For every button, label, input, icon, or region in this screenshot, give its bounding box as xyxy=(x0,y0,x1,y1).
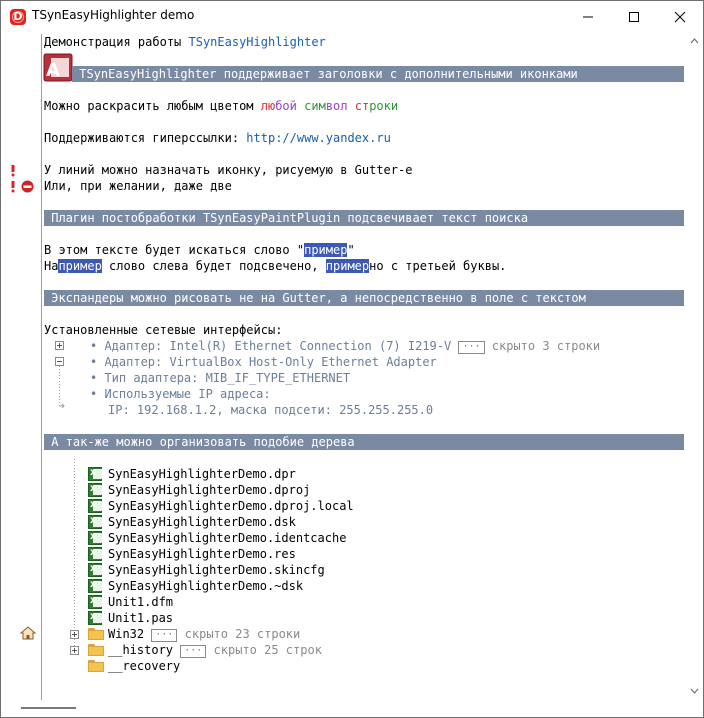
collapsed-badge[interactable]: ··· xyxy=(458,341,485,354)
file-icon xyxy=(88,467,102,481)
app-icon[interactable]: D xyxy=(10,9,26,25)
tree-folder-history[interactable]: __history ··· скрыто 25 строк xyxy=(108,642,322,658)
minimize-icon xyxy=(583,16,593,18)
maximize-button[interactable] xyxy=(611,1,657,33)
no-entry-icon xyxy=(21,180,34,193)
expand-toggle[interactable] xyxy=(70,630,79,639)
exclamation-icon xyxy=(11,165,15,177)
tree-file-item[interactable]: Unit1.dfm xyxy=(108,594,173,610)
yandex-link[interactable]: http://www.yandex.ru xyxy=(246,131,391,145)
highlighter-name: TSynEasyHighlighter xyxy=(188,35,326,49)
tree-file-item[interactable]: Unit1.pas xyxy=(108,610,173,626)
tree-file-item[interactable]: SynEasyHighlighterDemo.dproj xyxy=(108,482,310,498)
tree-file-item[interactable]: SynEasyHighlighterDemo.identcache xyxy=(108,530,346,546)
editor-line-colors: Можно раскрасить любым цветом любой симв… xyxy=(44,99,399,113)
file-icon xyxy=(88,595,102,609)
scroll-up-icon[interactable] xyxy=(690,38,699,44)
maximize-icon xyxy=(629,12,639,22)
file-icon xyxy=(88,579,102,593)
editor-line-links: Поддерживаются гиперссылки: http://www.y… xyxy=(44,131,391,145)
tree-file-item[interactable]: SynEasyHighlighterDemo.dproj.local xyxy=(108,498,354,514)
vertical-scrollbar[interactable] xyxy=(686,34,703,700)
section-header-1: TSynEasyHighlighter поддерживает заголов… xyxy=(72,66,684,82)
folder-icon xyxy=(88,644,104,656)
file-icon xyxy=(88,563,102,577)
tree-folder-win32[interactable]: Win32 ··· скрыто 23 строки xyxy=(108,626,300,642)
file-icon xyxy=(88,515,102,529)
editor-line-intro: Демонстрация работы TSynEasyHighlighter xyxy=(44,34,326,50)
tree-folder-recovery[interactable]: __recovery xyxy=(108,658,180,674)
section-header-4: А так-же можно организовать подобие дере… xyxy=(44,434,684,450)
editor-line-gutter-1: У линий можно назначать иконку, рисуемую… xyxy=(44,163,413,177)
window-title: TSynEasyHighlighter demo xyxy=(32,8,195,22)
expander-guide-lines xyxy=(59,366,65,409)
tree-file-item[interactable]: SynEasyHighlighterDemo.~dsk xyxy=(108,578,303,594)
editor-line-search-2: Например слово слева будет подсвечено, п… xyxy=(44,259,507,273)
title-bar[interactable]: D TSynEasyHighlighter demo xyxy=(1,1,703,33)
editor-area[interactable]: Демонстрация работы TSynEasyHighlighter … xyxy=(42,34,686,700)
tree-file-item[interactable]: SynEasyHighlighterDemo.dsk xyxy=(108,514,296,530)
tree-file-item[interactable]: SynEasyHighlighterDemo.skincfg xyxy=(108,562,325,578)
close-button[interactable] xyxy=(657,1,703,33)
file-icon xyxy=(88,531,102,545)
app-window: D TSynEasyHighlighter demo Демонстрация xyxy=(0,0,704,718)
adapter-ip-value-line: IP: 192.168.1.2, маска подсети: 255.255.… xyxy=(108,403,434,417)
exclamation-icon xyxy=(11,181,15,193)
collapsed-badge[interactable]: ··· xyxy=(180,645,207,658)
file-icon xyxy=(88,499,102,513)
horizontal-scrollbar[interactable] xyxy=(1,700,703,717)
adapter-type-line: • Тип адаптера: MIB_IF_TYPE_ETHERNET xyxy=(90,371,351,385)
close-icon xyxy=(674,11,686,23)
file-icon xyxy=(88,547,102,561)
section-header-2: Плагин постобработки TSynEasyPaintPlugin… xyxy=(44,210,684,226)
folder-icon xyxy=(88,660,104,672)
search-highlight: пример xyxy=(304,243,348,257)
home-icon xyxy=(20,626,36,640)
section-header-3: Экспандеры можно рисовать не на Gutter, … xyxy=(44,290,684,306)
file-icon xyxy=(88,483,102,497)
scroll-down-icon[interactable] xyxy=(690,688,699,694)
search-highlight: пример xyxy=(325,259,370,273)
minimize-button[interactable] xyxy=(565,1,611,33)
collapsed-badge[interactable]: ··· xyxy=(151,629,178,642)
scroll-thumb[interactable] xyxy=(21,707,76,709)
adapter-intel-line: • Адаптер: Intel(R) Ethernet Connection … xyxy=(90,339,601,354)
gutter[interactable] xyxy=(1,34,41,700)
tree-file-item[interactable]: SynEasyHighlighterDemo.dpr xyxy=(108,466,296,482)
editor-line-search-1: В этом тексте будет искаться слово "прим… xyxy=(44,243,355,257)
tree-file-item[interactable]: SynEasyHighlighterDemo.res xyxy=(108,546,296,562)
adapter-ips-line: • Используемые IP адреса: xyxy=(90,387,271,401)
expand-toggle[interactable] xyxy=(70,646,79,655)
adapter-virtualbox-line: • Адаптер: VirtualBox Host-Only Ethernet… xyxy=(90,355,437,369)
folder-icon xyxy=(88,628,104,640)
file-icon xyxy=(88,611,102,625)
